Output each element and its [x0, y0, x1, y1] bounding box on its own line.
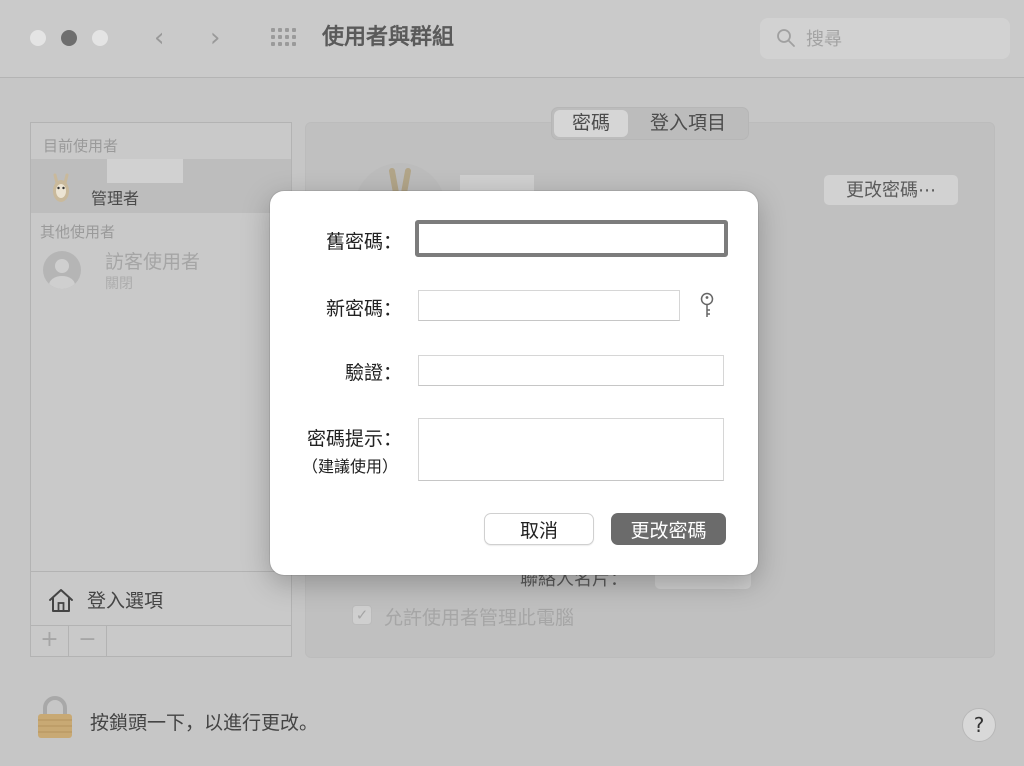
old-password-label: 舊密碼： [325, 231, 402, 253]
search-input[interactable] [806, 26, 996, 52]
admin-name-redacted [107, 159, 183, 183]
back-button[interactable]: ‹ [154, 22, 164, 54]
forward-button[interactable]: › [210, 22, 220, 54]
search-icon [777, 29, 795, 47]
show-all-grid-icon[interactable] [271, 28, 299, 50]
guest-user-name[interactable]: 訪客使用者 [105, 247, 200, 274]
tab-login-items[interactable]: 登入項目 [630, 110, 746, 137]
users-sidebar: 目前使用者 管理者 其他使用者 訪客使用者 關閉 登入選項 + − [30, 122, 292, 657]
current-users-header: 目前使用者 [43, 137, 119, 155]
lock-icon[interactable] [36, 695, 74, 739]
password-assistant-key-icon[interactable] [698, 292, 716, 320]
password-hint-label: 密碼提示： [306, 428, 402, 450]
sidebar-button-bar: + − [31, 625, 291, 656]
guest-user-status: 關閉 [105, 276, 133, 292]
allow-admin-checkbox[interactable]: ✓ [352, 605, 372, 625]
guest-avatar-icon [43, 251, 81, 289]
password-hint-sublabel: （建議使用） [301, 457, 398, 476]
password-hint-field[interactable] [418, 418, 724, 481]
old-password-field[interactable] [415, 220, 728, 257]
lock-instruction-text: 按鎖頭一下，以進行更改。 [90, 712, 319, 734]
help-button[interactable]: ? [962, 708, 996, 742]
add-user-button[interactable]: + [31, 626, 69, 656]
zoom-window-button[interactable] [92, 30, 108, 46]
confirm-change-password-button[interactable]: 更改密碼 [611, 513, 726, 545]
verify-password-field[interactable] [418, 355, 724, 386]
minimize-window-button[interactable] [61, 30, 77, 46]
login-options-label: 登入選項 [87, 590, 164, 612]
tab-password[interactable]: 密碼 [554, 110, 628, 137]
search-field[interactable] [760, 18, 1010, 59]
user-row-admin[interactable]: 管理者 [31, 159, 291, 213]
cancel-button[interactable]: 取消 [484, 513, 594, 545]
allow-admin-label: 允許使用者管理此電腦 [384, 607, 575, 629]
other-users-header: 其他使用者 [40, 223, 116, 241]
admin-avatar-icon [53, 173, 69, 202]
tab-segmented-control: 密碼 登入項目 [551, 107, 749, 140]
window-title: 使用者與群組 [322, 25, 455, 50]
title-bar: ‹ › 使用者與群組 [0, 0, 1024, 78]
new-password-field[interactable] [418, 290, 680, 321]
change-password-dialog: 舊密碼： 新密碼： 驗證： 密碼提示： （建議使用） 取消 更改密碼 [270, 191, 758, 575]
close-window-button[interactable] [30, 30, 46, 46]
home-icon [49, 589, 73, 612]
new-password-label: 新密碼： [325, 298, 402, 320]
admin-role-label: 管理者 [91, 189, 140, 208]
login-options-item[interactable]: 登入選項 [31, 571, 291, 625]
verify-label: 驗證： [344, 362, 402, 384]
remove-user-button[interactable]: − [69, 626, 107, 656]
change-password-button[interactable]: 更改密碼⋯ [823, 174, 959, 206]
